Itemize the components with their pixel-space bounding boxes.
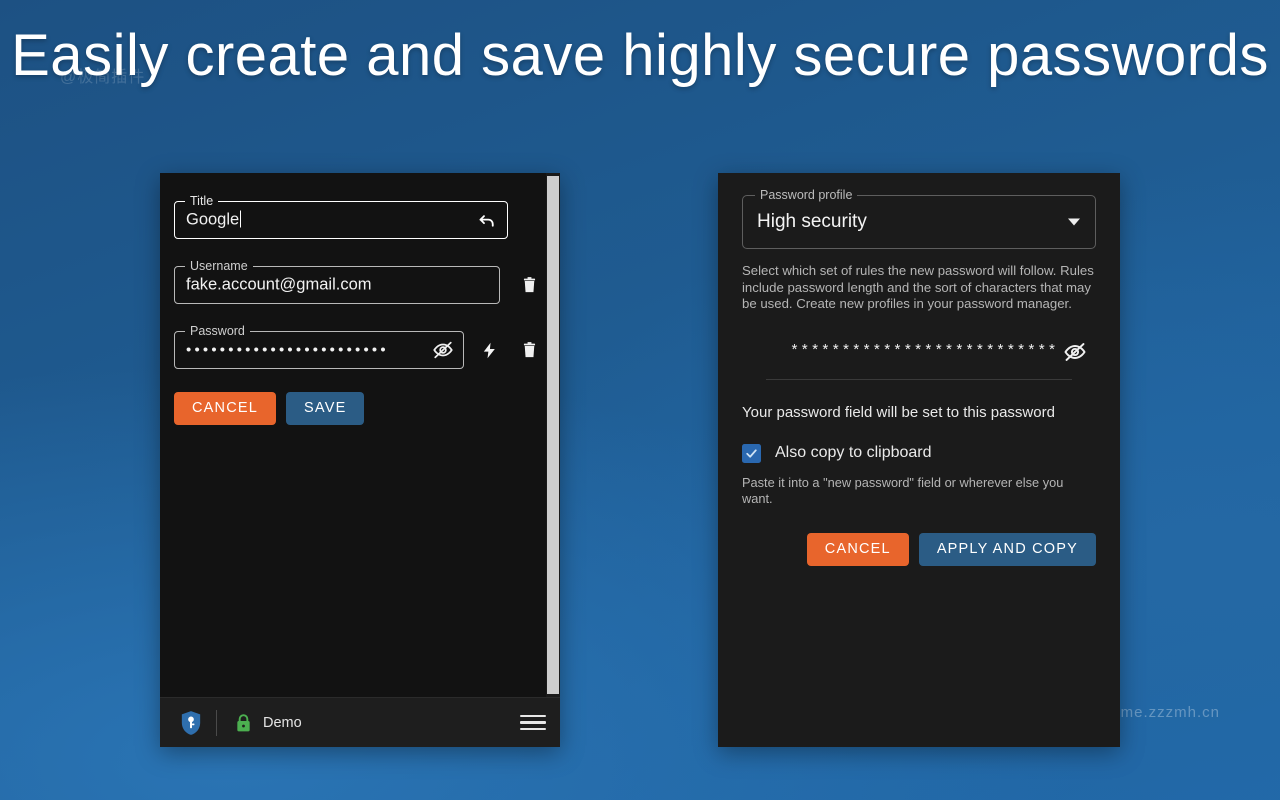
cancel-button[interactable]: CANCEL bbox=[174, 392, 277, 425]
generated-password-section: ************************** bbox=[742, 335, 1096, 380]
eye-off-icon[interactable] bbox=[426, 333, 460, 367]
generated-password-row: ************************** bbox=[766, 335, 1086, 380]
password-field-label: Password bbox=[185, 324, 250, 338]
password-profile-value: High security bbox=[757, 211, 867, 232]
hamburger-menu-icon[interactable] bbox=[520, 714, 546, 731]
vertical-scrollbar[interactable] bbox=[546, 173, 560, 697]
username-row: Username fake.account@gmail.com bbox=[174, 259, 546, 304]
password-field[interactable]: Password •••••••••••••••••••••••• bbox=[174, 324, 464, 369]
generated-password-value: ************************** bbox=[790, 343, 1058, 360]
clipboard-checkbox-label[interactable]: Also copy to clipboard bbox=[775, 444, 932, 462]
save-button[interactable]: SAVE bbox=[286, 392, 365, 425]
username-field-value: fake.account@gmail.com bbox=[186, 275, 372, 294]
title-row: Title Google bbox=[174, 194, 546, 239]
password-profile-description: Select which set of rules the new passwo… bbox=[742, 263, 1094, 311]
eye-off-icon[interactable] bbox=[1058, 335, 1092, 369]
status-divider bbox=[216, 709, 217, 736]
username-field-label: Username bbox=[185, 259, 253, 273]
generator-action-buttons: CANCEL APPLY AND COPY bbox=[742, 532, 1096, 566]
password-profile-label: Password profile bbox=[755, 188, 858, 202]
password-row: Password •••••••••••••••••••••••• bbox=[174, 324, 546, 369]
trash-icon[interactable] bbox=[512, 333, 546, 367]
undo-icon[interactable] bbox=[470, 203, 504, 237]
key-shield-icon[interactable] bbox=[180, 710, 202, 736]
scrollbar-thumb[interactable] bbox=[547, 176, 559, 694]
password-entry-form: Title Google Username fake.account@gmail… bbox=[160, 173, 560, 697]
password-profile-select[interactable]: Password profile High security bbox=[742, 188, 1096, 249]
clipboard-checkbox-row: Also copy to clipboard bbox=[742, 443, 1096, 463]
padlock-icon bbox=[235, 713, 252, 733]
password-entry-panel: Title Google Username fake.account@gmail… bbox=[160, 173, 560, 747]
status-bar: Demo bbox=[160, 697, 560, 747]
apply-note: Your password field will be set to this … bbox=[742, 403, 1055, 421]
trash-icon[interactable] bbox=[512, 268, 546, 302]
title-field[interactable]: Title Google bbox=[174, 194, 508, 239]
password-generator-panel: Password profile High security Select wh… bbox=[718, 173, 1120, 747]
password-field-value: •••••••••••••••••••••••• bbox=[186, 341, 389, 359]
title-field-label: Title bbox=[185, 194, 219, 208]
clipboard-note: Paste it into a "new password" field or … bbox=[742, 474, 1064, 506]
cancel-button[interactable]: CANCEL bbox=[806, 532, 909, 566]
username-field[interactable]: Username fake.account@gmail.com bbox=[174, 259, 500, 304]
chevron-down-icon[interactable] bbox=[1068, 218, 1080, 226]
apply-and-copy-button[interactable]: APPLY AND COPY bbox=[918, 532, 1096, 566]
title-field-value: Google bbox=[186, 210, 242, 229]
page-headline: Easily create and save highly secure pas… bbox=[11, 23, 1269, 88]
entry-action-buttons: CANCEL SAVE bbox=[174, 392, 546, 425]
lightning-bolt-icon[interactable] bbox=[472, 333, 506, 367]
vault-name: Demo bbox=[263, 714, 302, 731]
clipboard-checkbox[interactable] bbox=[742, 443, 761, 463]
checkmark-icon bbox=[746, 448, 757, 458]
